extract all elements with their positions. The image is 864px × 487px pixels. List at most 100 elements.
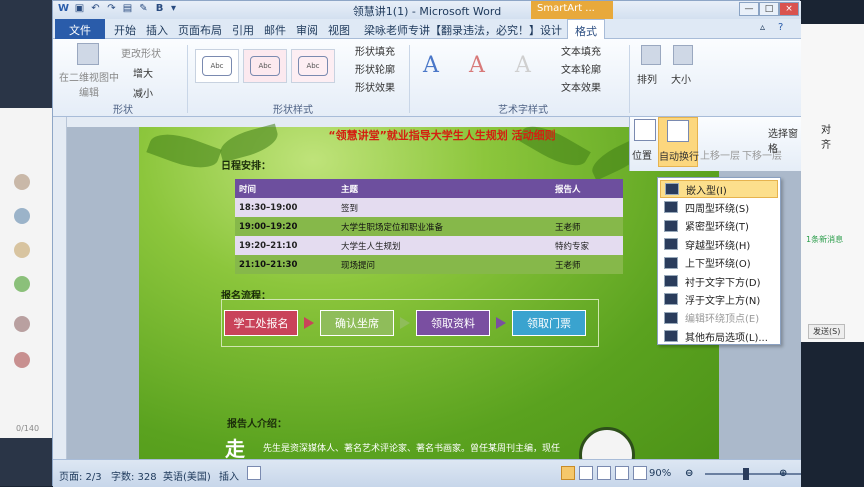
send-button[interactable]: 发送(S) bbox=[808, 324, 846, 339]
bring-forward-button[interactable]: 上移一层 bbox=[700, 147, 740, 162]
tab-custom[interactable]: 梁咏老师专讲【翻录违法，必究！】 bbox=[357, 19, 533, 39]
avatar bbox=[14, 276, 30, 292]
flow-arrow-icon bbox=[304, 317, 314, 329]
wrap-menu-item-label: 上下型环绕(O) bbox=[685, 259, 751, 271]
group-label-wordart: 艺术字样式 bbox=[498, 105, 548, 116]
position-button[interactable]: 位置 bbox=[632, 147, 652, 162]
minimize-button[interactable]: — bbox=[739, 2, 759, 16]
flow-step-4[interactable]: 领取门票 bbox=[512, 310, 586, 336]
tab-file[interactable]: 文件 bbox=[55, 19, 105, 39]
fullscreen-view-icon[interactable] bbox=[579, 466, 593, 480]
selection-pane-button[interactable]: 选择窗格 bbox=[768, 125, 801, 155]
tab-home[interactable]: 开始 bbox=[107, 19, 143, 39]
speaker-label: 报告人介绍： bbox=[227, 419, 287, 430]
tab-page-layout[interactable]: 页面布局 bbox=[171, 19, 229, 39]
wordart-style-gray[interactable]: A bbox=[515, 53, 531, 78]
shape-outline-button[interactable]: 形状轮廓 bbox=[355, 61, 395, 76]
tab-design[interactable]: 设计 bbox=[533, 19, 569, 39]
wordart-style-blue[interactable]: A bbox=[423, 53, 439, 78]
flow-step-3[interactable]: 领取资料 bbox=[416, 310, 490, 336]
print-layout-view-icon[interactable] bbox=[561, 466, 575, 480]
document-heading: “领慧讲堂”就业指导大学生人生规划 活动细则 bbox=[328, 129, 556, 142]
smartart-flow[interactable]: 学工处报名 确认坐席 领取资料 领取门票 bbox=[221, 299, 599, 347]
document-page[interactable]: “领慧讲堂”就业指导大学生人生规划 活动细则 日程安排： 时间 主题 报告人 1… bbox=[139, 117, 719, 483]
table-cell: 特约专家 bbox=[555, 241, 590, 252]
macro-icon[interactable] bbox=[247, 466, 261, 480]
shape-effect-button[interactable]: 形状效果 bbox=[355, 79, 395, 94]
draft-view-icon[interactable] bbox=[633, 466, 647, 480]
page-indicator[interactable]: 页面: 2/3 bbox=[59, 468, 102, 483]
arrange-button[interactable]: 排列 bbox=[637, 71, 657, 86]
web-view-icon[interactable] bbox=[597, 466, 611, 480]
table-header-cell: 报告人 bbox=[555, 184, 581, 195]
ribbon: 在二维视图中编辑 更改形状 增大 减小 形状 Abc Abc Abc 形状填充 … bbox=[53, 39, 801, 117]
ribbon-tabs: 文件 开始 插入 页面布局 引用 邮件 审阅 视图 梁咏老师专讲【翻录违法，必究… bbox=[53, 19, 801, 39]
arrange-icon[interactable] bbox=[641, 45, 661, 65]
wrap-menu-item[interactable]: 四周型环绕(S) bbox=[660, 198, 778, 216]
zoom-in-icon[interactable]: ⊕ bbox=[779, 468, 787, 479]
text-outline-button[interactable]: 文本轮廓 bbox=[561, 61, 601, 76]
avatar bbox=[14, 242, 30, 258]
word-window: W ▣ ↶ ↷ ▤ ✎ B ▾ 领慧讲1(1) - Microsoft Word… bbox=[52, 0, 831, 487]
flow-step-1[interactable]: 学工处报名 bbox=[224, 310, 298, 336]
text-fill-button[interactable]: 文本填充 bbox=[561, 43, 601, 58]
zoom-level[interactable]: 90% bbox=[649, 468, 671, 479]
shape-style-1[interactable]: Abc bbox=[195, 49, 239, 83]
close-button[interactable]: × bbox=[779, 2, 799, 16]
help-icon[interactable]: ? bbox=[771, 19, 790, 39]
wrap-menu-item[interactable]: 衬于文字下方(D) bbox=[660, 272, 778, 290]
insert-mode[interactable]: 插入 bbox=[219, 468, 239, 483]
tab-review[interactable]: 审阅 bbox=[289, 19, 325, 39]
divider bbox=[409, 45, 410, 113]
wrap-menu-item[interactable]: 嵌入型(I) bbox=[660, 180, 778, 198]
tab-references[interactable]: 引用 bbox=[225, 19, 261, 39]
tab-mailings[interactable]: 邮件 bbox=[257, 19, 293, 39]
shape-style-3[interactable]: Abc bbox=[291, 49, 335, 83]
table-cell: 大学生人生规划 bbox=[341, 241, 401, 252]
tab-insert[interactable]: 插入 bbox=[139, 19, 175, 39]
word-count[interactable]: 字数: 328 bbox=[111, 468, 157, 483]
wrap-menu-item[interactable]: 穿越型环绕(H) bbox=[660, 235, 778, 253]
window-title: 领慧讲1(1) - Microsoft Word bbox=[352, 5, 502, 18]
wrap-text-label: 自动换行 bbox=[659, 152, 699, 163]
new-message-link[interactable]: 1条新消息 bbox=[806, 234, 843, 245]
avatar bbox=[14, 208, 30, 224]
char-counter: 0/140 bbox=[16, 424, 40, 433]
table-row: 19:20–21:10 大学生人生规划 特约专家 bbox=[235, 236, 623, 255]
leaf-decoration bbox=[146, 125, 222, 177]
ribbon-collapse-icon[interactable]: ▵ bbox=[753, 19, 772, 39]
edit-in-2d-button[interactable]: 在二维视图中编辑 bbox=[57, 69, 121, 99]
zoom-slider-thumb[interactable] bbox=[743, 468, 749, 480]
tab-format[interactable]: 格式 bbox=[567, 19, 605, 39]
size-icon[interactable] bbox=[673, 45, 693, 65]
shape-fill-button[interactable]: 形状填充 bbox=[355, 43, 395, 58]
wrap-menu-item[interactable]: 浮于文字上方(N) bbox=[660, 290, 778, 308]
language-indicator[interactable]: 英语(美国) bbox=[163, 468, 211, 483]
change-shape-button[interactable]: 更改形状 bbox=[121, 45, 161, 60]
shape-style-2[interactable]: Abc bbox=[243, 49, 287, 83]
outline-view-icon[interactable] bbox=[615, 466, 629, 480]
wrap-menu-item[interactable]: 紧密型环绕(T) bbox=[660, 217, 778, 235]
schedule-table: 时间 主题 报告人 18:30–19:00 签到 19:00–19:20 大学生… bbox=[235, 179, 623, 274]
enlarge-button[interactable]: 增大 bbox=[133, 65, 153, 80]
wrap-menu-item-label: 衬于文字下方(D) bbox=[685, 277, 761, 289]
edit-2d-icon[interactable] bbox=[77, 43, 99, 65]
wrap-menu-item: 编辑环绕顶点(E) bbox=[660, 309, 778, 327]
flow-step-2[interactable]: 确认坐席 bbox=[320, 310, 394, 336]
zoom-out-icon[interactable]: ⊖ bbox=[685, 468, 693, 479]
decorative-glyph-icon: 走 bbox=[225, 437, 245, 461]
wordart-style-red[interactable]: A bbox=[469, 53, 485, 78]
shrink-button[interactable]: 减小 bbox=[133, 85, 153, 100]
wrap-menu-item-label: 编辑环绕顶点(E) bbox=[685, 314, 760, 326]
maximize-button[interactable]: □ bbox=[759, 2, 779, 16]
wrap-menu-item[interactable]: 上下型环绕(O) bbox=[660, 254, 778, 272]
size-button[interactable]: 大小 bbox=[671, 71, 691, 86]
align-button[interactable]: 对齐 bbox=[821, 121, 831, 151]
text-effect-button[interactable]: 文本效果 bbox=[561, 79, 601, 94]
wrap-menu-item[interactable]: 其他布局选项(L)... bbox=[660, 327, 778, 345]
position-icon[interactable] bbox=[634, 119, 656, 141]
speaker-intro-text: 先生是资深媒体人、著名艺术评论家、著名书画家。曾任某周刊主编，现任 bbox=[263, 444, 561, 454]
wrap-option-icon bbox=[664, 275, 678, 287]
tab-view[interactable]: 视图 bbox=[321, 19, 357, 39]
wrap-text-button[interactable]: 自动换行 bbox=[658, 117, 699, 167]
